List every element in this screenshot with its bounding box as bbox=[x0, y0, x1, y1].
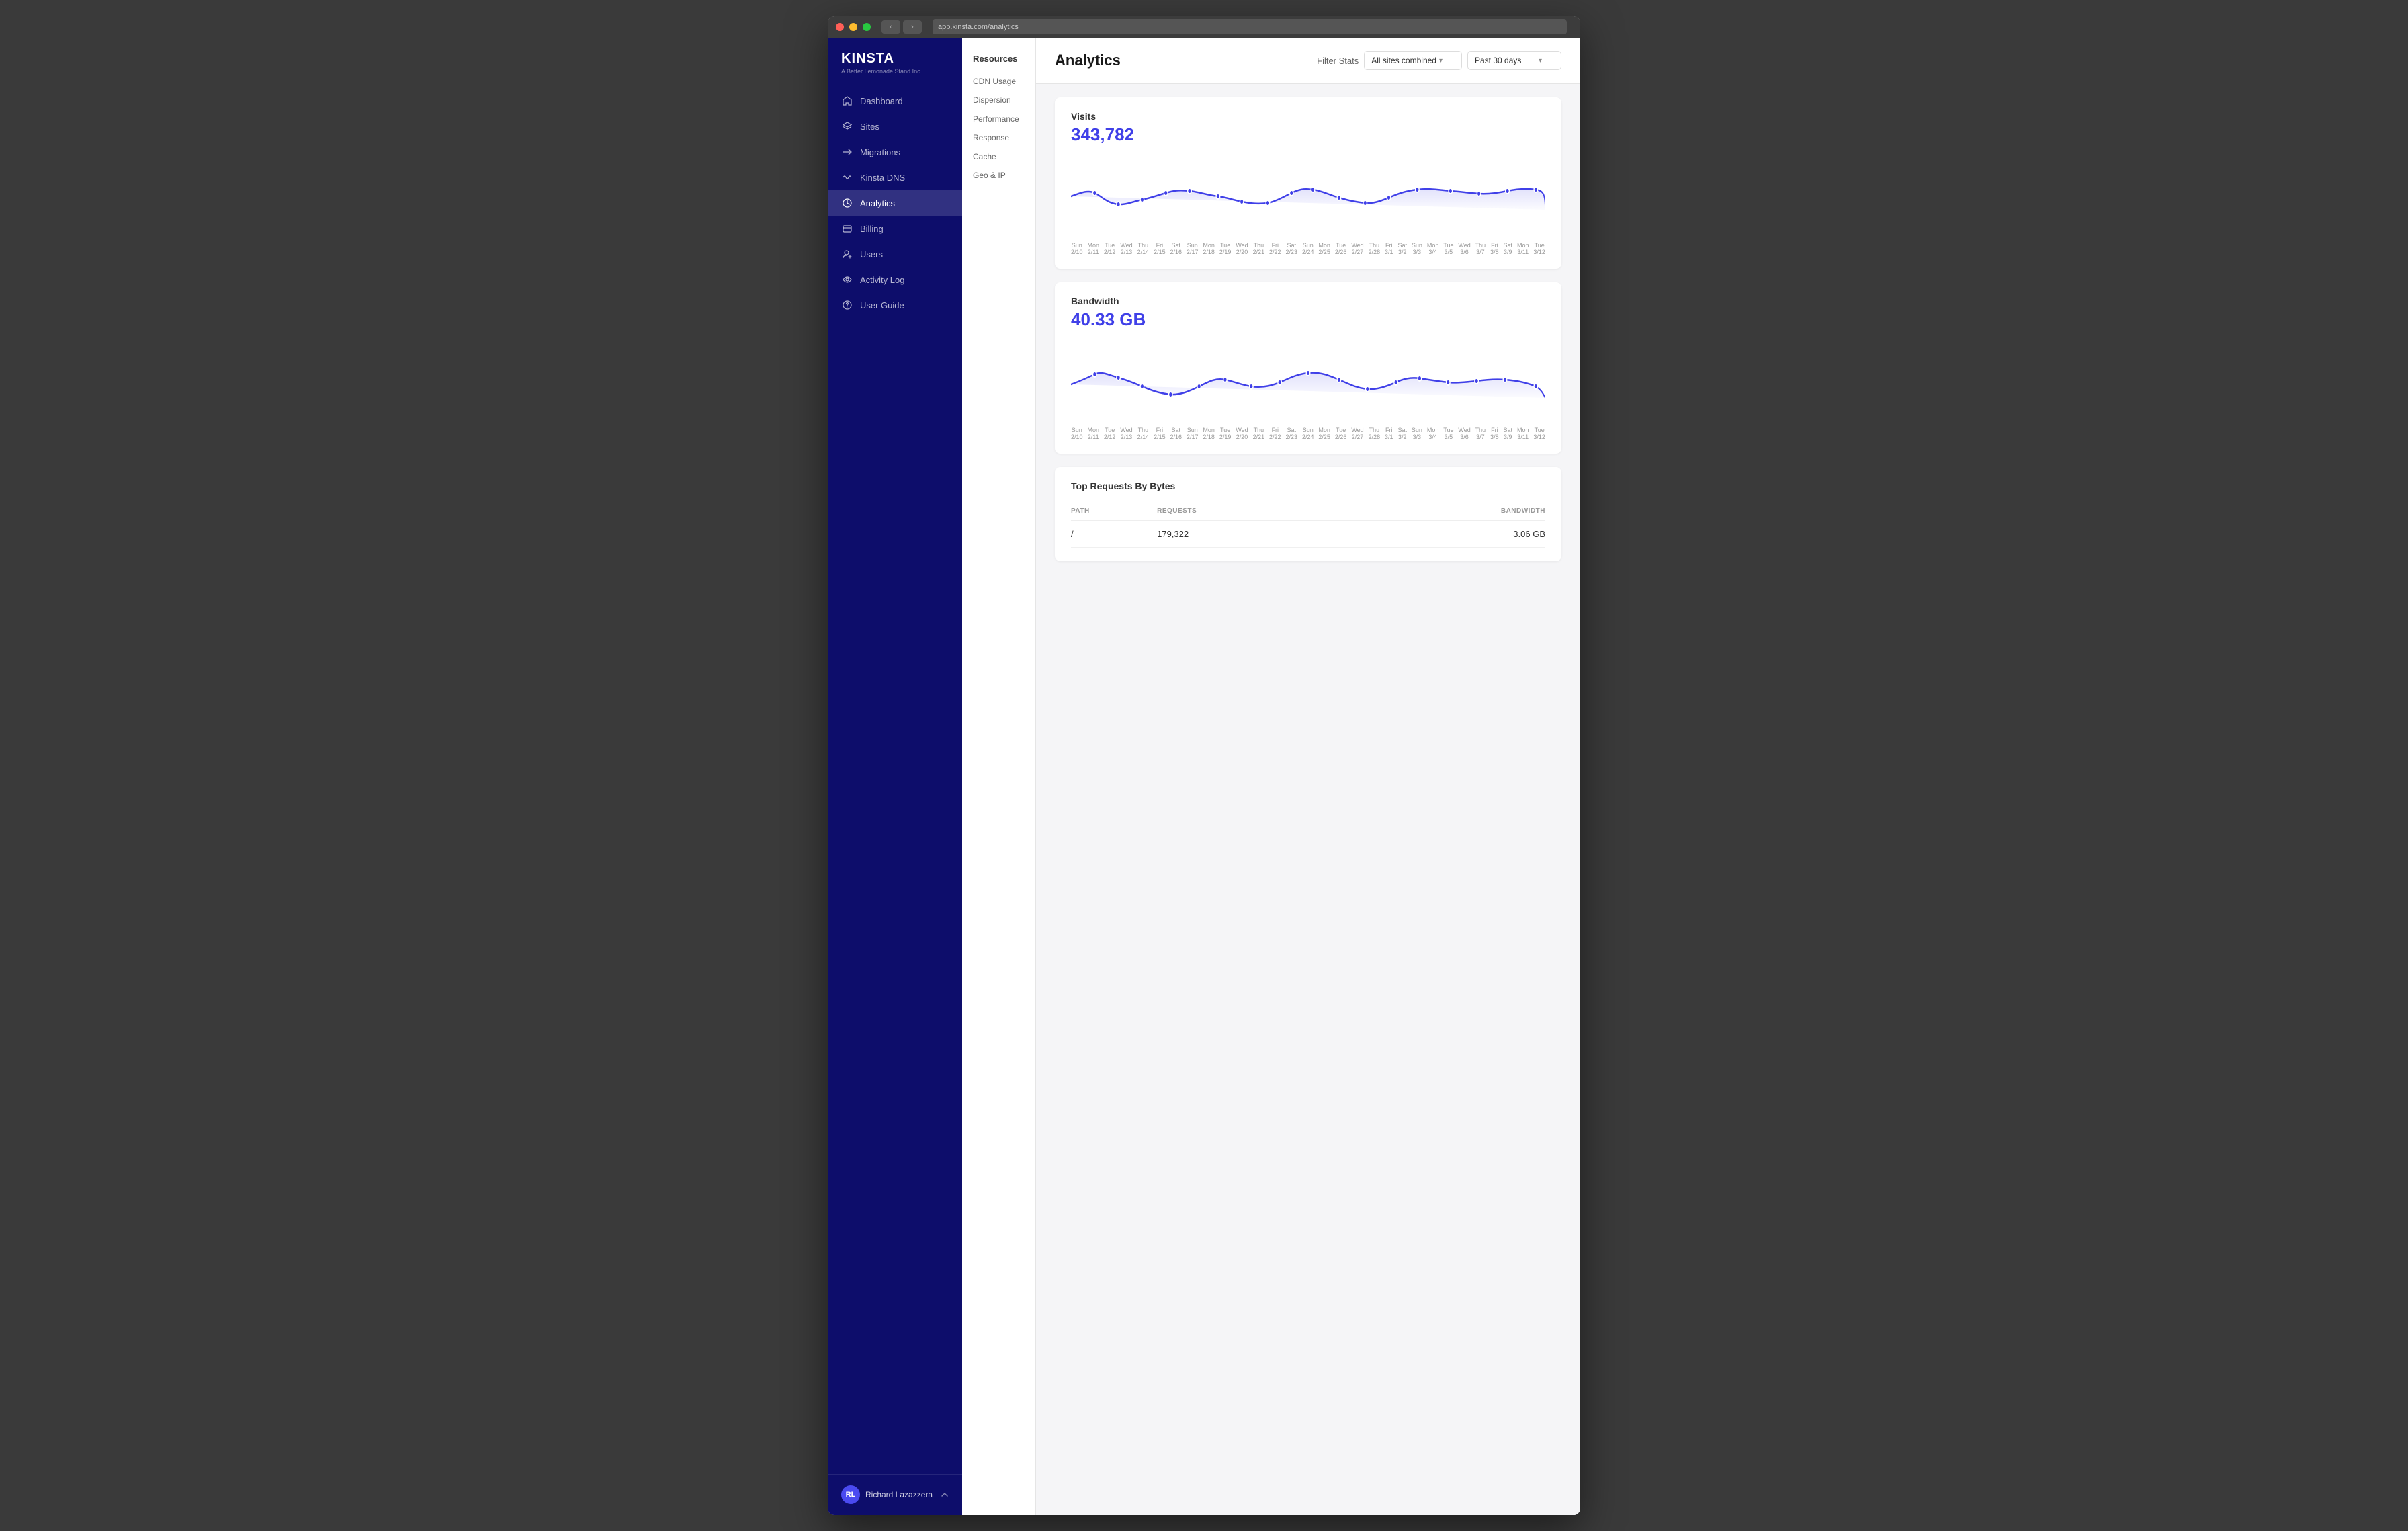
bandwidth-chart-card: Bandwidth 40.33 GB bbox=[1055, 282, 1561, 454]
sidebar-item-label: Sites bbox=[860, 122, 879, 132]
main-area: Resources CDN Usage Dispersion Performan… bbox=[962, 38, 1580, 1515]
header-controls: Filter Stats All sites combined ▾ Past 3… bbox=[1317, 51, 1561, 70]
forward-button[interactable]: › bbox=[903, 20, 922, 34]
sidebar-item-sites[interactable]: Sites bbox=[828, 114, 962, 139]
sub-nav-title: Resources bbox=[962, 48, 1035, 72]
dns-icon bbox=[841, 171, 853, 183]
sidebar-item-activity-log[interactable]: Activity Log bbox=[828, 267, 962, 292]
visits-chart-labels: Sun2/10 Mon2/11 Tue2/12 Wed2/13 Thu2/14 … bbox=[1071, 242, 1545, 255]
table-card: Top Requests By Bytes PATH REQUESTS BAND… bbox=[1055, 467, 1561, 561]
sub-nav-item-cdn[interactable]: CDN Usage bbox=[962, 72, 1035, 91]
sidebar-item-label: Kinsta DNS bbox=[860, 173, 905, 183]
eye-icon bbox=[841, 274, 853, 286]
sidebar-item-label: Dashboard bbox=[860, 96, 903, 106]
row-requests: 179,322 bbox=[1157, 521, 1340, 548]
bandwidth-chart-svg bbox=[1071, 341, 1545, 421]
nav-buttons: ‹ › bbox=[882, 20, 922, 34]
sidebar-item-user-guide[interactable]: User Guide bbox=[828, 292, 962, 318]
sidebar-item-label: Users bbox=[860, 249, 883, 259]
app-container: KINSTA A Better Lemonade Stand Inc. Dash… bbox=[828, 38, 1580, 1515]
site-filter-value: All sites combined bbox=[1371, 56, 1436, 65]
sub-nav-item-response[interactable]: Response bbox=[962, 128, 1035, 147]
user-plus-icon bbox=[841, 248, 853, 260]
home-icon bbox=[841, 95, 853, 107]
url-text: app.kinsta.com/analytics bbox=[938, 23, 1019, 31]
logo-text: KINSTA bbox=[841, 51, 949, 67]
avatar: RL bbox=[841, 1485, 860, 1504]
sidebar-item-label: Activity Log bbox=[860, 275, 904, 285]
sidebar-item-migrations[interactable]: Migrations bbox=[828, 139, 962, 165]
sidebar-item-kinsta-dns[interactable]: Kinsta DNS bbox=[828, 165, 962, 190]
user-name: Richard Lazazzera bbox=[865, 1490, 935, 1499]
sub-nav: Resources CDN Usage Dispersion Performan… bbox=[962, 38, 1036, 1515]
chart-icon bbox=[841, 197, 853, 209]
sidebar: KINSTA A Better Lemonade Stand Inc. Dash… bbox=[828, 38, 962, 1515]
sidebar-footer: RL Richard Lazazzera bbox=[828, 1474, 962, 1515]
sub-nav-item-cache[interactable]: Cache bbox=[962, 147, 1035, 166]
back-button[interactable]: ‹ bbox=[882, 20, 900, 34]
col-requests: REQUESTS bbox=[1157, 502, 1340, 521]
layers-icon bbox=[841, 120, 853, 132]
sidebar-item-dashboard[interactable]: Dashboard bbox=[828, 88, 962, 114]
visits-chart-card: Visits 343,782 bbox=[1055, 97, 1561, 269]
sidebar-item-billing[interactable]: Billing bbox=[828, 216, 962, 241]
chevron-down-icon: ▾ bbox=[1439, 57, 1443, 65]
visits-chart-title: Visits bbox=[1071, 111, 1545, 122]
url-bar[interactable]: app.kinsta.com/analytics bbox=[933, 19, 1567, 34]
site-filter-dropdown[interactable]: All sites combined ▾ bbox=[1364, 51, 1462, 70]
visits-chart-value: 343,782 bbox=[1071, 124, 1545, 145]
sidebar-item-users[interactable]: Users bbox=[828, 241, 962, 267]
sidebar-item-label: Billing bbox=[860, 224, 884, 234]
bandwidth-chart-title: Bandwidth bbox=[1071, 296, 1545, 306]
col-path: PATH bbox=[1071, 502, 1157, 521]
sidebar-item-label: Analytics bbox=[860, 198, 895, 208]
visits-chart-svg bbox=[1071, 156, 1545, 237]
logo-subtitle: A Better Lemonade Stand Inc. bbox=[841, 68, 949, 75]
billing-icon bbox=[841, 222, 853, 235]
requests-table: PATH REQUESTS BANDWIDTH / 179,322 3.06 G… bbox=[1071, 502, 1545, 548]
chevron-down-icon: ▾ bbox=[1539, 57, 1542, 65]
charts-area: Visits 343,782 bbox=[1036, 84, 1580, 575]
sidebar-item-label: Migrations bbox=[860, 147, 900, 157]
sidebar-item-analytics[interactable]: Analytics bbox=[828, 190, 962, 216]
chevron-up-icon bbox=[941, 1491, 949, 1499]
col-bandwidth: BANDWIDTH bbox=[1340, 502, 1545, 521]
browser-window: ‹ › app.kinsta.com/analytics KINSTA A Be… bbox=[828, 16, 1580, 1515]
sub-nav-item-performance[interactable]: Performance bbox=[962, 110, 1035, 128]
close-button[interactable] bbox=[836, 23, 844, 31]
time-filter-value: Past 30 days bbox=[1475, 56, 1521, 65]
bandwidth-chart-labels: Sun2/10 Mon2/11 Tue2/12 Wed2/13 Thu2/14 … bbox=[1071, 427, 1545, 440]
bandwidth-chart-value: 40.33 GB bbox=[1071, 309, 1545, 330]
sub-nav-item-geo[interactable]: Geo & IP bbox=[962, 166, 1035, 185]
arrow-right-icon bbox=[841, 146, 853, 158]
maximize-button[interactable] bbox=[863, 23, 871, 31]
row-bandwidth: 3.06 GB bbox=[1340, 521, 1545, 548]
help-circle-icon bbox=[841, 299, 853, 311]
content-header: Analytics Filter Stats All sites combine… bbox=[1036, 38, 1580, 84]
minimize-button[interactable] bbox=[849, 23, 857, 31]
sidebar-nav: Dashboard Sites Migrations bbox=[828, 80, 962, 1474]
row-path: / bbox=[1071, 521, 1157, 548]
page-title: Analytics bbox=[1055, 52, 1317, 69]
sub-nav-item-dispersion[interactable]: Dispersion bbox=[962, 91, 1035, 110]
sidebar-item-label: User Guide bbox=[860, 300, 904, 311]
table-row: / 179,322 3.06 GB bbox=[1071, 521, 1545, 548]
time-filter-dropdown[interactable]: Past 30 days ▾ bbox=[1467, 51, 1561, 70]
table-title: Top Requests By Bytes bbox=[1071, 481, 1545, 491]
titlebar: ‹ › app.kinsta.com/analytics bbox=[828, 16, 1580, 38]
filter-label: Filter Stats bbox=[1317, 56, 1359, 66]
content-area: Analytics Filter Stats All sites combine… bbox=[1036, 38, 1580, 1515]
logo-area: KINSTA A Better Lemonade Stand Inc. bbox=[828, 38, 962, 80]
